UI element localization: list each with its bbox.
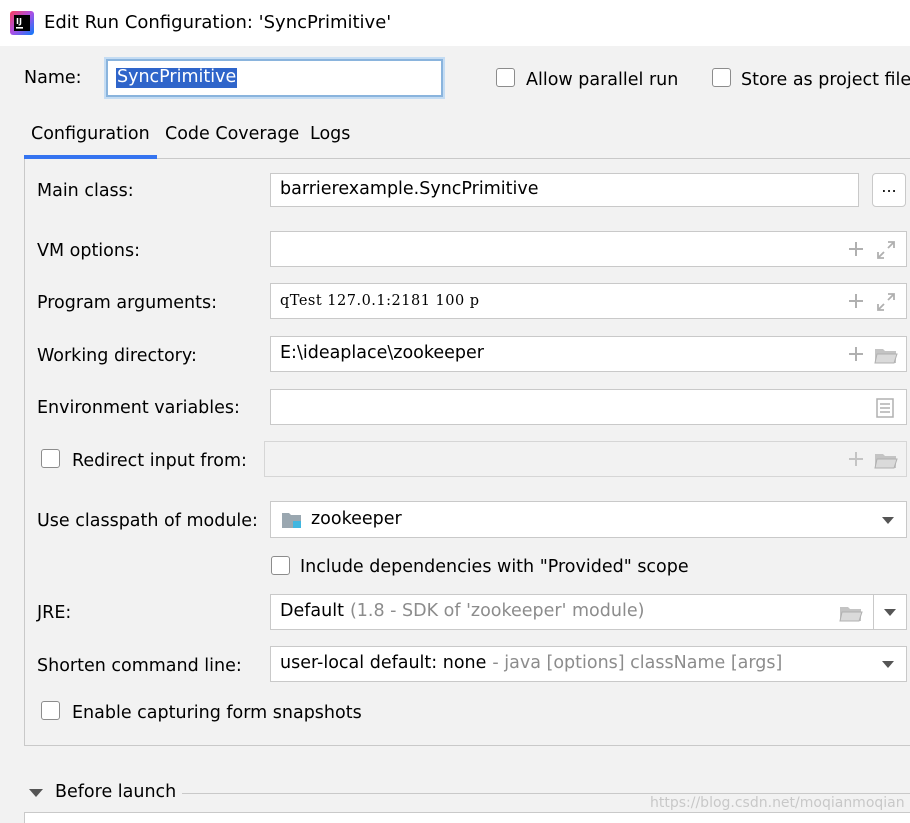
main-class-input[interactable]: barrierexample.SyncPrimitive [270,173,859,207]
chevron-down-icon [884,609,896,616]
classpath-module-dropdown[interactable]: zookeeper [270,501,907,538]
main-class-value: barrierexample.SyncPrimitive [280,179,539,200]
working-directory-label: Working directory: [37,346,197,366]
include-provided-label: Include dependencies with "Provided" sco… [300,557,689,577]
main-class-browse-button[interactable]: ... [872,173,906,207]
before-launch-header[interactable]: Before launch [55,782,176,802]
shorten-command-line-dropdown[interactable]: user-local default: none - java [options… [270,646,907,682]
working-directory-value: E:\ideaplace\zookeeper [280,343,485,364]
program-arguments-input[interactable]: qTest 127.0.1:2181 100 p [270,283,907,319]
jre-label: JRE: [37,603,72,623]
before-launch-separator [182,793,910,794]
shorten-command-line-label: Shorten command line: [37,656,242,676]
module-folder-icon [282,512,301,528]
allow-parallel-checkbox[interactable] [496,68,515,87]
redirect-input-label: Redirect input from: [72,451,247,471]
folder-icon[interactable] [874,345,898,365]
tab-configuration[interactable]: Configuration [31,124,150,144]
tab-logs[interactable]: Logs [310,124,350,144]
vm-options-label: VM options: [37,241,140,261]
environment-variables-label: Environment variables: [37,398,240,418]
folder-icon[interactable] [839,603,863,623]
intellij-app-icon: IJ [10,11,34,35]
svg-text:IJ: IJ [16,17,22,26]
shorten-command-line-hint: - java [options] className [args] [492,653,783,674]
folder-icon[interactable] [874,450,898,470]
working-directory-input[interactable]: E:\ideaplace\zookeeper [270,336,907,372]
window-title: Edit Run Configuration: 'SyncPrimitive' [44,12,392,33]
before-launch-list [24,812,910,823]
program-arguments-label: Program arguments: [37,293,217,313]
collapse-arrow-icon[interactable] [29,789,43,797]
store-project-label: Store as project file [741,70,910,90]
expand-icon[interactable] [876,240,896,260]
vm-options-input[interactable] [270,231,907,267]
classpath-module-value: zookeeper [311,508,402,529]
redirect-input-field[interactable] [264,441,907,477]
tab-code-coverage[interactable]: Code Coverage [165,124,299,144]
plus-icon[interactable] [848,451,864,467]
expand-icon[interactable] [876,292,896,312]
jre-dropdown-button[interactable] [873,594,907,630]
name-input-value: SyncPrimitive [116,67,238,88]
plus-icon[interactable] [848,346,864,362]
name-label: Name: [24,68,82,88]
chevron-down-icon [882,661,894,668]
store-project-checkbox[interactable] [712,68,731,87]
edit-list-icon[interactable] [876,398,894,418]
plus-icon[interactable] [848,241,864,257]
environment-variables-input[interactable] [270,389,907,425]
jre-hint: (1.8 - SDK of 'zookeeper' module) [349,601,645,622]
redirect-input-checkbox[interactable] [41,449,60,468]
jre-input[interactable]: Default (1.8 - SDK of 'zookeeper' module… [270,594,874,630]
plus-icon[interactable] [848,293,864,309]
include-provided-checkbox[interactable] [271,556,290,575]
form-snapshots-checkbox[interactable] [41,701,60,720]
program-arguments-value: qTest 127.0.1:2181 100 p [280,292,480,309]
form-snapshots-label: Enable capturing form snapshots [72,703,362,723]
main-class-label: Main class: [37,181,134,201]
classpath-module-label: Use classpath of module: [37,511,258,531]
watermark: https://blog.csdn.net/moqianmoqian [650,795,905,811]
allow-parallel-label: Allow parallel run [526,70,679,90]
name-input[interactable]: SyncPrimitive [106,59,443,97]
chevron-down-icon [882,517,894,524]
jre-value: Default [280,601,344,622]
tab-bar [24,110,910,160]
shorten-command-line-value: user-local default: none [280,653,487,674]
